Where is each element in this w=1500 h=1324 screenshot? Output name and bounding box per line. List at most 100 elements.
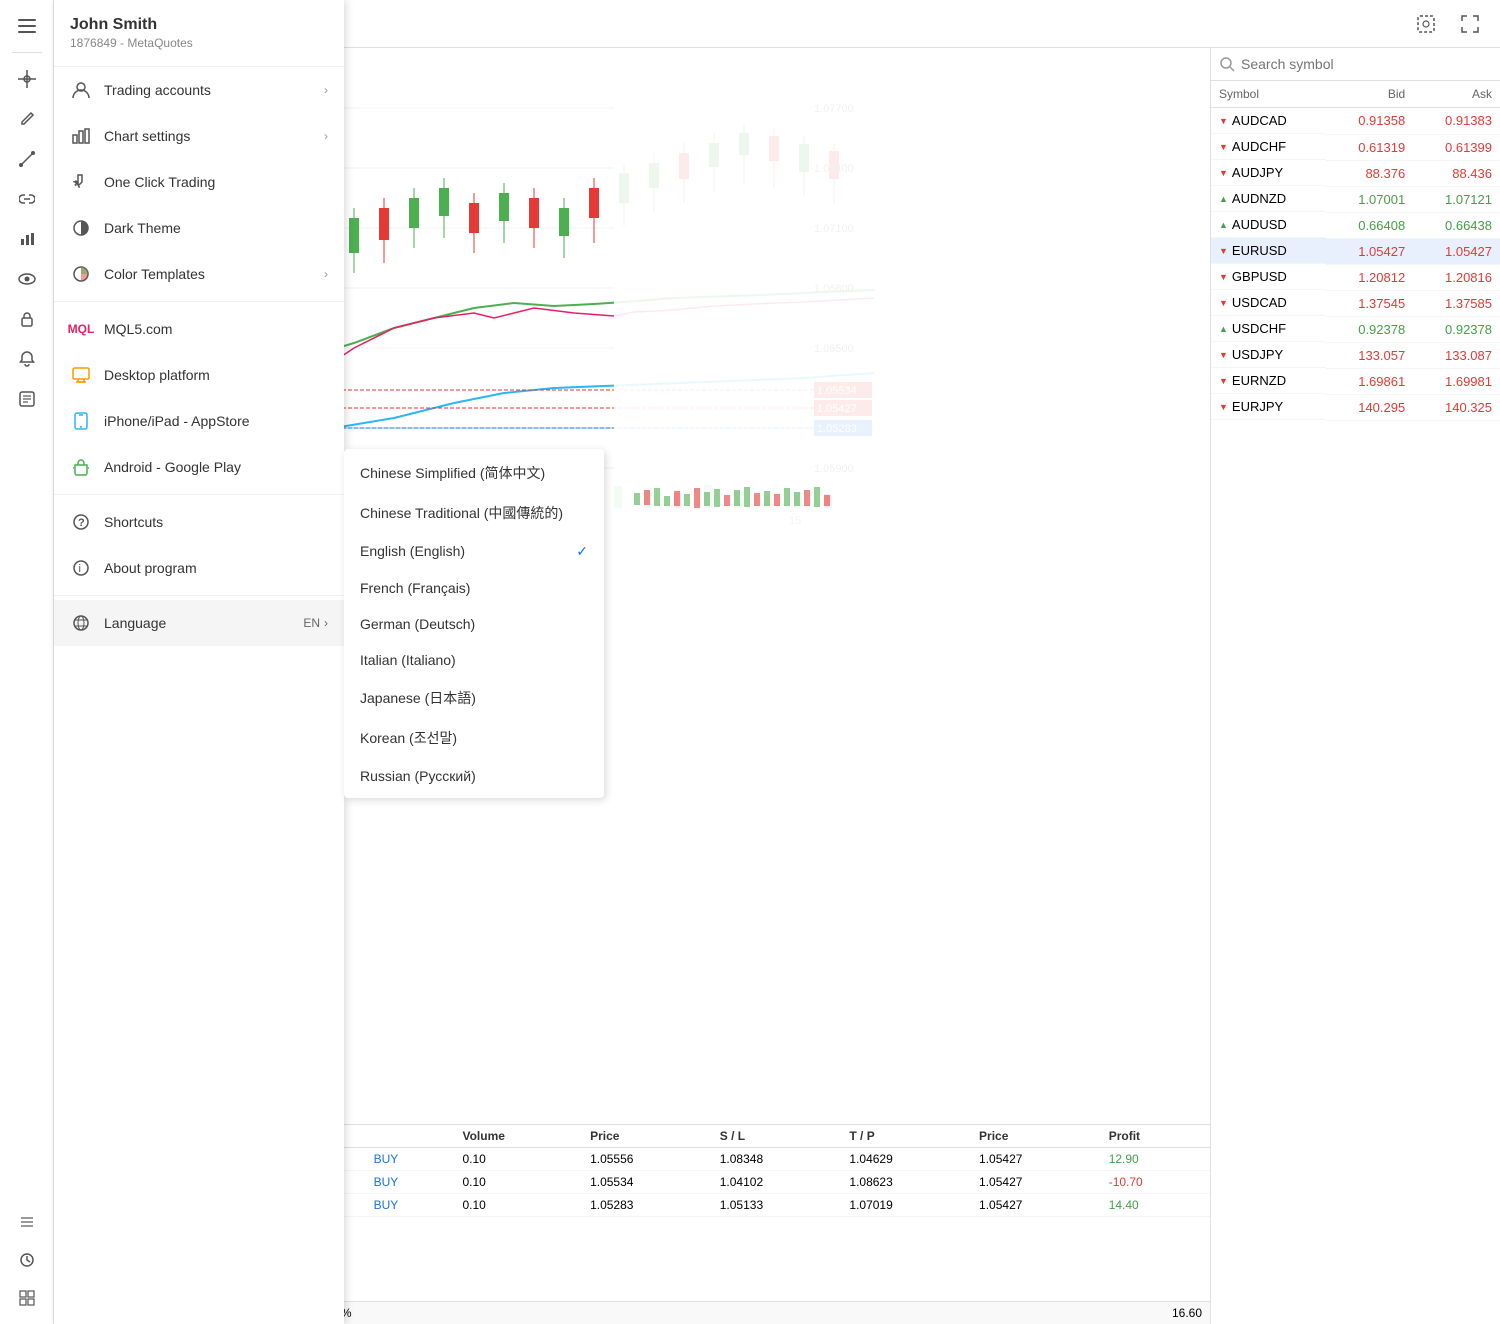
trade-profit: 12.90 — [1101, 1148, 1210, 1171]
trade-volume: 0.10 — [454, 1148, 582, 1171]
trade-sl: 1.05133 — [712, 1194, 842, 1217]
trade-type: BUY — [366, 1148, 455, 1171]
table-row[interactable]: ▲ AUDUSD 0.66408 0.66438 — [1211, 212, 1500, 238]
menu-item-one-click-trading[interactable]: One Click Trading — [54, 159, 344, 205]
menu-item-mql5[interactable]: MQL MQL5.com — [54, 306, 344, 352]
svg-text:?: ? — [78, 517, 85, 529]
search-box — [1211, 48, 1500, 81]
ask-cell: 140.325 — [1413, 394, 1500, 420]
table-row[interactable]: ▼ USDCAD 1.37545 1.37585 — [1211, 290, 1500, 316]
table-row[interactable]: ▼ USDJPY 133.057 133.087 — [1211, 342, 1500, 368]
table-row[interactable]: ▲ AUDNZD 1.07001 1.07121 — [1211, 186, 1500, 212]
table-row[interactable]: ▼ AUDJPY 88.376 88.436 — [1211, 160, 1500, 186]
search-input[interactable] — [1241, 56, 1492, 72]
alerts-icon[interactable] — [9, 341, 45, 377]
menu-item-color-templates[interactable]: Color Templates › — [54, 251, 344, 297]
trade-current: 1.05427 — [971, 1171, 1101, 1194]
symbol-cell: ▼ EURJPY — [1211, 394, 1326, 420]
col-current-price: Price — [971, 1125, 1101, 1148]
lang-label: Russian (Русский) — [360, 768, 476, 784]
about-icon: i — [70, 557, 92, 579]
symbol-cell: ▼ AUDCHF — [1211, 134, 1326, 160]
grid-icon[interactable] — [9, 1280, 45, 1316]
android-icon — [70, 456, 92, 478]
ask-cell: 1.20816 — [1413, 264, 1500, 290]
pen-icon[interactable] — [9, 101, 45, 137]
table-row[interactable]: ▼ EURUSD 1.05427 1.05427 — [1211, 238, 1500, 264]
menu-item-about[interactable]: i About program — [54, 545, 344, 591]
bid-cell: 0.66408 — [1326, 212, 1413, 238]
hamburger-menu-icon[interactable] — [9, 8, 45, 44]
lang-label: Chinese Simplified (简体中文) — [360, 463, 545, 483]
lang-item-it[interactable]: Italian (Italiano) — [344, 642, 604, 678]
ask-cell: 0.61399 — [1413, 134, 1500, 160]
symbol-cell: ▼ AUDCAD — [1211, 108, 1326, 134]
menu-item-shortcuts[interactable]: ? Shortcuts — [54, 499, 344, 545]
bid-cell: 0.91358 — [1326, 108, 1413, 135]
lang-item-ru[interactable]: Russian (Русский) — [344, 758, 604, 794]
lang-label: Chinese Traditional (中國傳統的) — [360, 503, 563, 523]
bid-cell: 1.07001 — [1326, 186, 1413, 212]
lang-label: Italian (Italiano) — [360, 652, 456, 668]
table-row[interactable]: ▲ USDCHF 0.92378 0.92378 — [1211, 316, 1500, 342]
table-row[interactable]: ▼ GBPUSD 1.20812 1.20816 — [1211, 264, 1500, 290]
table-row[interactable]: ▼ AUDCHF 0.61319 0.61399 — [1211, 134, 1500, 160]
trade-volume: 0.10 — [454, 1194, 582, 1217]
chart-type-icon[interactable] — [9, 221, 45, 257]
symbol-cell: ▼ EURNZD — [1211, 368, 1326, 394]
history-icon[interactable] — [9, 1242, 45, 1278]
lang-item-ja[interactable]: Japanese (日本語) — [344, 678, 604, 718]
lang-item-fr[interactable]: French (Français) — [344, 570, 604, 606]
lang-item-ko[interactable]: Korean (조선말) — [344, 718, 604, 758]
color-templates-label: Color Templates — [104, 266, 205, 282]
trade-type: BUY — [366, 1194, 455, 1217]
app-container: Demo — [0, 0, 1500, 1324]
eye-icon[interactable] — [9, 261, 45, 297]
menu-item-chart-settings[interactable]: Chart settings › — [54, 113, 344, 159]
table-row[interactable]: ▼ EURJPY 140.295 140.325 — [1211, 394, 1500, 420]
lang-item-en[interactable]: English (English) ✓ — [344, 533, 604, 570]
lang-label: Korean (조선말) — [360, 728, 457, 748]
lock-icon[interactable] — [9, 301, 45, 337]
color-templates-arrow: › — [324, 267, 328, 281]
symbol-cell: ▲ USDCHF — [1211, 316, 1326, 342]
symbols-table: Symbol Bid Ask ▼ AUDCAD 0.91358 0.91383 … — [1211, 81, 1500, 1324]
menu-item-desktop-platform[interactable]: Desktop platform — [54, 352, 344, 398]
ask-cell: 1.69981 — [1413, 368, 1500, 394]
fullscreen-btn[interactable] — [1452, 6, 1488, 42]
menu-sep-2 — [54, 494, 344, 495]
lang-item-de[interactable]: German (Deutsch) — [344, 606, 604, 642]
lang-item-zh-simplified[interactable]: Chinese Simplified (简体中文) — [344, 453, 604, 493]
symbol-cell: ▼ GBPUSD — [1211, 264, 1326, 290]
color-templates-icon — [70, 263, 92, 285]
table-row[interactable]: ▼ AUDCAD 0.91358 0.91383 — [1211, 108, 1500, 135]
ask-cell: 133.087 — [1413, 342, 1500, 368]
menu-item-android[interactable]: Android - Google Play — [54, 444, 344, 490]
menu-item-dark-theme[interactable]: Dark Theme — [54, 205, 344, 251]
lang-item-zh-traditional[interactable]: Chinese Traditional (中國傳統的) — [344, 493, 604, 533]
user-name: John Smith — [70, 16, 328, 34]
profit-total: 16.60 — [1172, 1306, 1202, 1320]
menu-item-language[interactable]: Language EN › Chinese Simplified (简体中文) … — [54, 600, 344, 646]
symbol-cell: ▼ EURUSD — [1211, 238, 1326, 264]
col-tp: T / P — [841, 1125, 971, 1148]
mql5-icon: MQL — [70, 318, 92, 340]
orders-icon[interactable] — [9, 381, 45, 417]
desktop-platform-label: Desktop platform — [104, 367, 210, 383]
table-row[interactable]: ▼ EURNZD 1.69861 1.69981 — [1211, 368, 1500, 394]
about-label: About program — [104, 560, 197, 576]
symbol-cell: ▼ AUDJPY — [1211, 160, 1326, 186]
language-icon — [70, 612, 92, 634]
trade-price: 1.05283 — [582, 1194, 712, 1217]
menu-item-trading-accounts[interactable]: Trading accounts › — [54, 67, 344, 113]
link-icon[interactable] — [9, 181, 45, 217]
positions-icon[interactable] — [9, 1204, 45, 1240]
line-draw-icon[interactable] — [9, 141, 45, 177]
crosshair-icon[interactable] — [9, 61, 45, 97]
bid-cell: 1.37545 — [1326, 290, 1413, 316]
sym-header: Symbol — [1211, 81, 1326, 108]
screenshot-btn[interactable] — [1408, 6, 1444, 42]
bid-cell: 140.295 — [1326, 394, 1413, 420]
menu-item-iphone[interactable]: iPhone/iPad - AppStore — [54, 398, 344, 444]
left-toolbar — [0, 0, 54, 1324]
